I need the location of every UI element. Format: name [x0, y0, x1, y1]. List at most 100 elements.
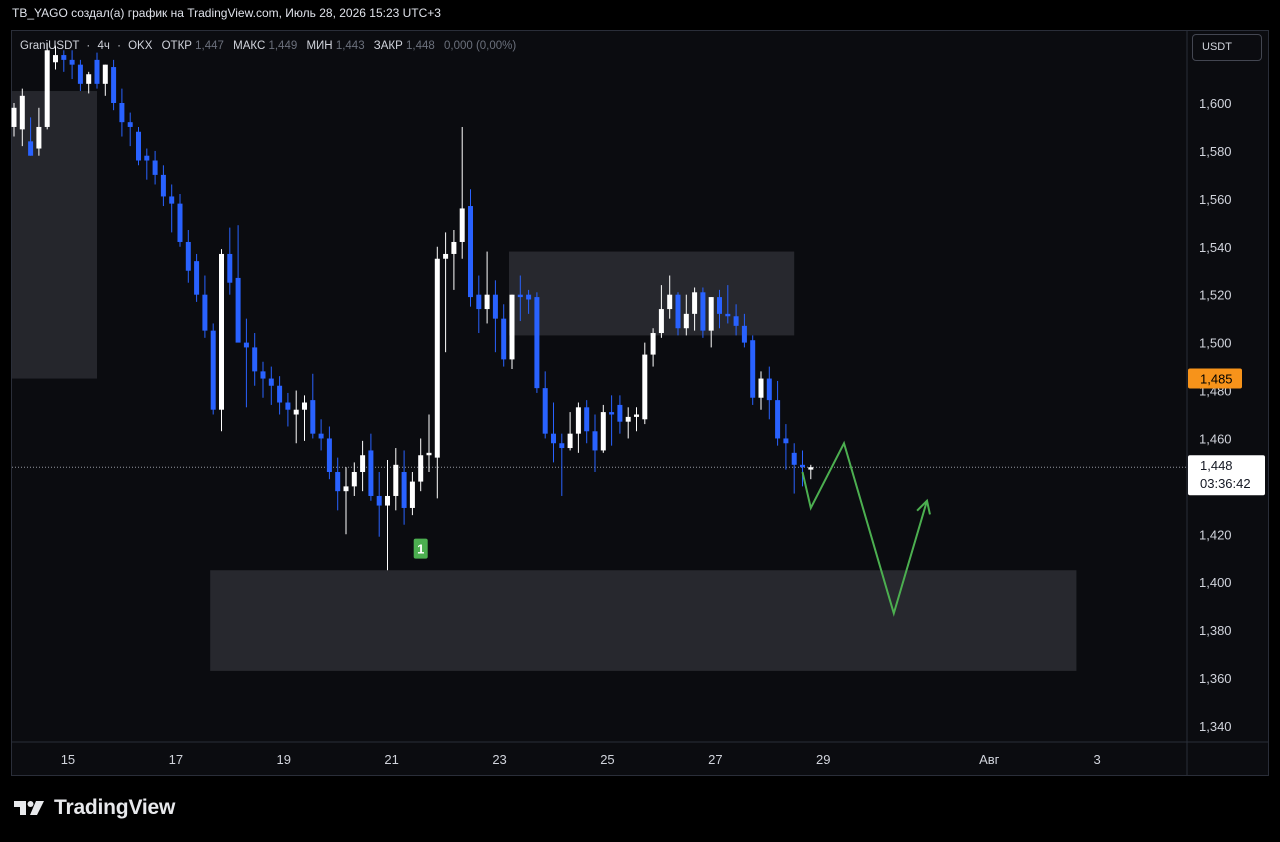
candle [160, 165, 166, 207]
alert-price-text: 1,485 [1200, 372, 1233, 387]
candle [600, 404, 606, 453]
candle-body [509, 294, 515, 360]
candle [559, 433, 565, 496]
candle [152, 150, 158, 185]
candle [700, 287, 706, 338]
candle-body [343, 486, 349, 492]
candle [285, 392, 291, 427]
candle-body [318, 433, 324, 439]
price-zone[interactable] [12, 91, 97, 379]
candle-body [459, 208, 465, 242]
candle [77, 59, 83, 92]
candle [335, 457, 341, 511]
price-chart[interactable]: 1 1,6001,5801,5601,5401,5201,5001,4801,4… [0, 0, 1280, 842]
candle-body [28, 141, 34, 156]
candle-body [484, 294, 490, 310]
time-tick-label: 25 [600, 752, 614, 767]
candle-body [476, 294, 482, 310]
candle-body [94, 59, 100, 84]
candle [69, 50, 75, 80]
candle [94, 52, 100, 89]
candle [385, 460, 390, 571]
candle-body [252, 347, 258, 372]
tradingview-brand[interactable]: TradingView [12, 796, 175, 820]
candle-body [194, 261, 200, 295]
candle [136, 126, 141, 166]
candle-body [310, 400, 316, 434]
candle-body [69, 59, 75, 65]
candle-body [185, 241, 191, 271]
candle-body [302, 402, 307, 410]
price-tick-label: 1,560 [1199, 192, 1232, 207]
candle [783, 424, 789, 470]
candle [551, 402, 556, 463]
candle-body [293, 409, 299, 415]
legend-close-label: ЗАКР [373, 40, 403, 52]
candle [609, 395, 615, 446]
candle-body [650, 333, 656, 355]
candle [227, 227, 233, 295]
candle [476, 275, 482, 334]
candle-body [733, 316, 739, 326]
candle [393, 448, 399, 511]
legend-exchange: OKX [128, 40, 153, 52]
candle-body [750, 340, 756, 398]
candle-body [783, 438, 789, 444]
candle-body [136, 131, 141, 161]
candle-body [667, 294, 673, 310]
candle-body [692, 292, 698, 314]
price-tick-label: 1,540 [1199, 240, 1232, 255]
symbol-legend: GraniUSDT · 4ч · OKX ОТКР 1,447 МАКС 1,4… [20, 40, 517, 52]
candle-body [393, 464, 399, 496]
candle [302, 395, 307, 441]
legend-symbol[interactable]: GraniUSDT [20, 40, 79, 52]
time-tick-label: 23 [492, 752, 506, 767]
candle [277, 376, 283, 415]
price-tick-label: 1,580 [1199, 144, 1232, 159]
candle [617, 395, 623, 434]
brand-name: TradingView [54, 796, 176, 819]
candle-body [766, 378, 772, 401]
candle [542, 371, 548, 439]
currency-button[interactable]: USDT [1192, 34, 1262, 61]
price-zone[interactable] [210, 570, 1077, 671]
time-tick-label: 15 [61, 752, 75, 767]
candle-body [77, 64, 83, 84]
candle-body [617, 404, 623, 422]
candle-body [575, 407, 581, 434]
event-marker-layer: 1 [413, 538, 428, 559]
candle-body [235, 277, 241, 343]
last-price-text: 1,448 [1200, 458, 1233, 473]
candle [268, 366, 274, 405]
candle [650, 328, 656, 367]
candle-body [53, 55, 58, 63]
price-axis[interactable]: 1,6001,5801,5601,5401,5201,5001,4801,460… [1199, 96, 1232, 734]
candle-body [385, 495, 390, 506]
candle-body [36, 126, 42, 149]
candle-body [86, 74, 92, 84]
price-zone[interactable] [509, 251, 795, 336]
candle-body [443, 253, 449, 259]
candle [484, 251, 490, 324]
candle-body [409, 481, 415, 508]
candle [625, 407, 631, 439]
candle [243, 318, 249, 408]
legend-low-label: МИН [306, 40, 333, 52]
candle-body [700, 292, 706, 331]
candle [808, 464, 814, 480]
candle-body [725, 313, 731, 317]
price-tick-label: 1,420 [1199, 527, 1232, 542]
candle-body [625, 416, 631, 422]
time-axis[interactable]: 15 17 19 21 23 25 27 29 Авг 3 [61, 752, 1101, 767]
candle-body [675, 294, 681, 329]
legend-interval[interactable]: 4ч [97, 40, 109, 52]
candle-body [210, 330, 216, 410]
bar-countdown-text: 03:36:42 [1200, 476, 1251, 491]
legend-close-value: 1,448 [406, 40, 435, 52]
candle-body [600, 412, 606, 451]
candle [575, 402, 581, 453]
candle [177, 194, 183, 247]
candle-body [19, 95, 25, 130]
legend-open-label: ОТКР [161, 40, 192, 52]
candle [426, 414, 432, 473]
